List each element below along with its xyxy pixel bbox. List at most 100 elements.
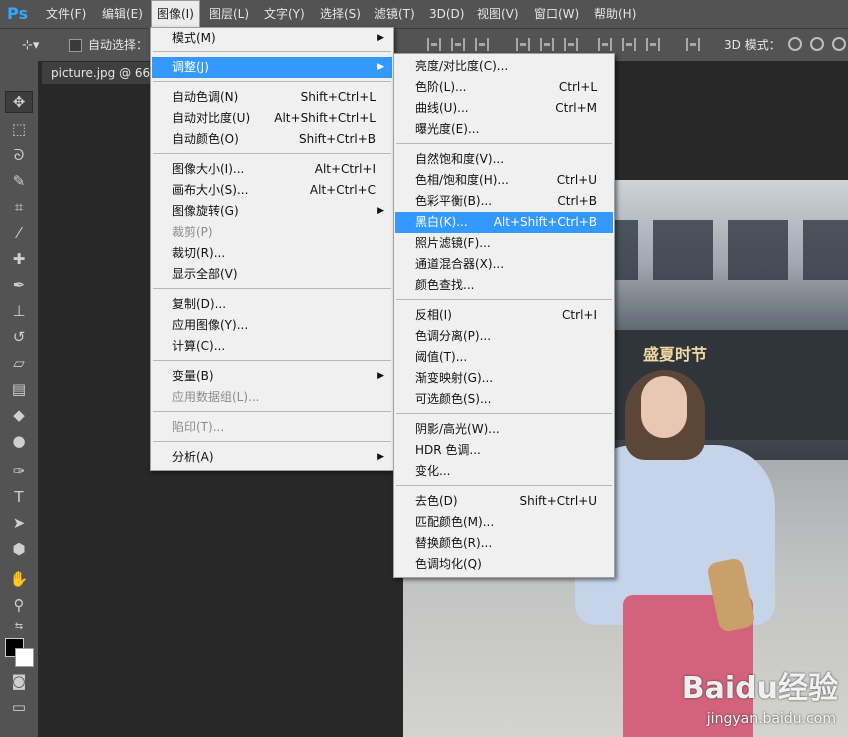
distribute-left-icon[interactable] (598, 38, 612, 51)
move-tool-preset-icon[interactable]: ⊹▾ (22, 38, 44, 53)
menu-select[interactable]: 选择(S) (320, 0, 361, 28)
menu-label: 变化... (415, 464, 451, 478)
menu-layer[interactable]: 图层(L) (209, 0, 249, 28)
menu-help[interactable]: 帮助(H) (594, 0, 636, 28)
document-tab[interactable]: picture.jpg @ 66.7 (42, 62, 162, 84)
adjust-channel-mixer[interactable]: 通道混合器(X)... (395, 254, 613, 275)
lasso-tool-icon[interactable]: ᘐ (9, 145, 29, 165)
image-menu-duplicate[interactable]: 复制(D)... (152, 294, 392, 315)
adjust-match-color[interactable]: 匹配颜色(M)... (395, 512, 613, 533)
quick-select-tool-icon[interactable]: ✎ (9, 171, 29, 191)
eraser-tool-icon[interactable]: ▱ (9, 353, 29, 373)
adjust-equalize[interactable]: 色调均化(Q) (395, 554, 613, 575)
adjust-desaturate[interactable]: 去色(D) Shift+Ctrl+U (395, 491, 613, 512)
adjust-hdr-toning[interactable]: HDR 色调... (395, 440, 613, 461)
shape-tool-icon[interactable]: ⬢ (9, 539, 29, 559)
image-menu-mode[interactable]: 模式(M) ▶ (152, 28, 392, 49)
image-menu-trim[interactable]: 裁切(R)... (152, 243, 392, 264)
adjust-selective-color[interactable]: 可选颜色(S)... (395, 389, 613, 410)
menu-window[interactable]: 窗口(W) (534, 0, 579, 28)
adjust-variations[interactable]: 变化... (395, 461, 613, 482)
quick-mask-icon[interactable]: ◙ (9, 671, 29, 691)
distribute-bottom-icon[interactable] (564, 38, 578, 51)
adjust-shadows-highlights[interactable]: 阴影/高光(W)... (395, 419, 613, 440)
adjust-levels[interactable]: 色阶(L)... Ctrl+L (395, 77, 613, 98)
3d-pan-icon[interactable] (832, 37, 846, 51)
image-menu-auto-tone[interactable]: 自动色调(N) Shift+Ctrl+L (152, 87, 392, 108)
3d-roll-icon[interactable] (810, 37, 824, 51)
menu-3d[interactable]: 3D(D) (429, 0, 464, 28)
brush-tool-icon[interactable]: ✒ (9, 275, 29, 295)
hand-tool-icon[interactable]: ✋ (9, 569, 29, 589)
image-menu-auto-contrast[interactable]: 自动对比度(U) Alt+Shift+Ctrl+L (152, 108, 392, 129)
submenu-arrow-icon: ▶ (377, 33, 384, 43)
menu-filter[interactable]: 滤镜(T) (374, 0, 415, 28)
adjust-posterize[interactable]: 色调分离(P)... (395, 326, 613, 347)
align-vcenter-icon[interactable] (451, 38, 465, 51)
menu-label: 应用数据组(L)... (172, 390, 260, 404)
adjust-color-lookup[interactable]: 颜色查找... (395, 275, 613, 296)
adjust-photo-filter[interactable]: 照片滤镜(F)... (395, 233, 613, 254)
distribute-right-icon[interactable] (646, 38, 660, 51)
adjust-threshold[interactable]: 阈值(T)... (395, 347, 613, 368)
image-menu-image-rotation[interactable]: 图像旋转(G) ▶ (152, 201, 392, 222)
healing-brush-tool-icon[interactable]: ✚ (9, 249, 29, 269)
history-brush-tool-icon[interactable]: ↺ (9, 327, 29, 347)
menu-shortcut: Ctrl+L (558, 80, 597, 94)
adjust-gradient-map[interactable]: 渐变映射(G)... (395, 368, 613, 389)
image-menu-apply-image[interactable]: 应用图像(Y)... (152, 315, 392, 336)
image-menu-adjustments[interactable]: 调整(J) ▶ (152, 57, 392, 78)
path-selection-tool-icon[interactable]: ➤ (9, 513, 29, 533)
dodge-tool-icon[interactable]: ● (9, 431, 29, 451)
adjust-hue-saturation[interactable]: 色相/饱和度(H)... Ctrl+U (395, 170, 613, 191)
image-menu-auto-color[interactable]: 自动颜色(O) Shift+Ctrl+B (152, 129, 392, 150)
align-top-icon[interactable] (427, 38, 441, 51)
adjust-color-balance[interactable]: 色彩平衡(B)... Ctrl+B (395, 191, 613, 212)
clone-stamp-tool-icon[interactable]: ⊥ (9, 301, 29, 321)
image-menu-reveal-all[interactable]: 显示全部(V) (152, 264, 392, 285)
adjust-vibrance[interactable]: 自然饱和度(V)... (395, 149, 613, 170)
image-menu-calculations[interactable]: 计算(C)... (152, 336, 392, 357)
image-menu-variables[interactable]: 变量(B) ▶ (152, 366, 392, 387)
menu-edit[interactable]: 编辑(E) (102, 0, 143, 28)
align-bottom-icon[interactable] (475, 38, 489, 51)
submenu-arrow-icon: ▶ (377, 206, 384, 216)
menu-image[interactable]: 图像(I) (151, 0, 200, 28)
eyedropper-tool-icon[interactable]: ⁄ (9, 223, 29, 243)
auto-select-checkbox[interactable] (69, 39, 82, 52)
adjust-black-white[interactable]: 黑白(K)... Alt+Shift+Ctrl+B (395, 212, 613, 233)
distribute-top-icon[interactable] (516, 38, 530, 51)
marquee-tool-icon[interactable]: ⬚ (9, 119, 29, 139)
image-menu-analysis[interactable]: 分析(A) ▶ (152, 447, 392, 468)
auto-align-icon[interactable] (686, 38, 700, 51)
menu-label: 变量(B) (172, 369, 214, 383)
menu-label: 反相(I) (415, 308, 452, 322)
menu-file[interactable]: 文件(F) (46, 0, 86, 28)
menu-type[interactable]: 文字(Y) (264, 0, 305, 28)
adjust-invert[interactable]: 反相(I) Ctrl+I (395, 305, 613, 326)
adjust-replace-color[interactable]: 替换颜色(R)... (395, 533, 613, 554)
zoom-tool-icon[interactable]: ⚲ (9, 595, 29, 615)
menu-separator (153, 360, 391, 361)
type-tool-icon[interactable]: T (9, 487, 29, 507)
crop-tool-icon[interactable]: ⌗ (9, 197, 29, 217)
pen-tool-icon[interactable]: ✑ (9, 461, 29, 481)
menu-view[interactable]: 视图(V) (477, 0, 519, 28)
distribute-vcenter-icon[interactable] (540, 38, 554, 51)
3d-rotate-icon[interactable] (788, 37, 802, 51)
blur-tool-icon[interactable]: ◆ (9, 405, 29, 425)
image-menu-image-size[interactable]: 图像大小(I)... Alt+Ctrl+I (152, 159, 392, 180)
3d-mode-label: 3D 模式： (724, 38, 781, 52)
adjust-exposure[interactable]: 曝光度(E)... (395, 119, 613, 140)
adjust-curves[interactable]: 曲线(U)... Ctrl+M (395, 98, 613, 119)
menu-label: 替换颜色(R)... (415, 536, 493, 550)
background-color-swatch[interactable] (15, 648, 34, 667)
image-menu-canvas-size[interactable]: 画布大小(S)... Alt+Ctrl+C (152, 180, 392, 201)
move-tool-icon[interactable]: ✥ (5, 91, 33, 113)
screen-mode-icon[interactable]: ▭ (9, 697, 29, 717)
adjust-brightness-contrast[interactable]: 亮度/对比度(C)... (395, 56, 613, 77)
distribute-hcenter-icon[interactable] (622, 38, 636, 51)
gradient-tool-icon[interactable]: ▤ (9, 379, 29, 399)
menu-label: 曝光度(E)... (415, 122, 480, 136)
swap-colors-icon[interactable]: ⇆ (9, 617, 29, 637)
